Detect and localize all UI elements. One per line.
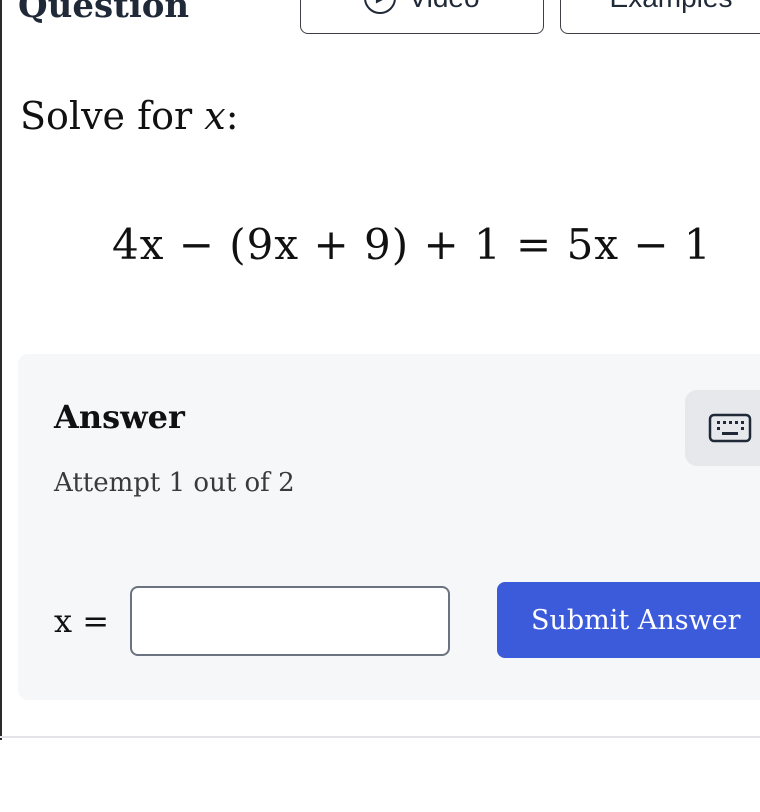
play-circle-icon: ▶ (364, 0, 397, 14)
video-button-label: Video (408, 0, 479, 14)
submit-answer-button[interactable]: Submit Answer (497, 582, 760, 658)
attempt-counter: Attempt 1 out of 2 (54, 468, 295, 498)
left-border (0, 0, 2, 740)
keyboard-toggle-button[interactable] (685, 390, 760, 466)
keyboard-icon (708, 413, 752, 443)
question-prompt: Solve for x: (20, 94, 239, 138)
answer-input[interactable] (130, 586, 450, 656)
prompt-variable: x (204, 94, 226, 138)
examples-button-label: Examples (610, 0, 733, 14)
answer-input-label: x = (54, 602, 110, 640)
prompt-text: Solve for (20, 94, 205, 138)
answer-panel: Answer Attempt 1 out of 2 x = Submit Ans… (18, 354, 760, 700)
video-button[interactable]: ▶ Video (300, 0, 544, 34)
bottom-divider (0, 736, 760, 738)
answer-title: Answer (54, 398, 185, 436)
equation: 4x − (9x + 9) + 1 = 5x − 1 (112, 220, 712, 269)
examples-button[interactable]: Examples (560, 0, 760, 34)
question-heading: Question (18, 0, 190, 26)
prompt-suffix: : (225, 94, 239, 138)
